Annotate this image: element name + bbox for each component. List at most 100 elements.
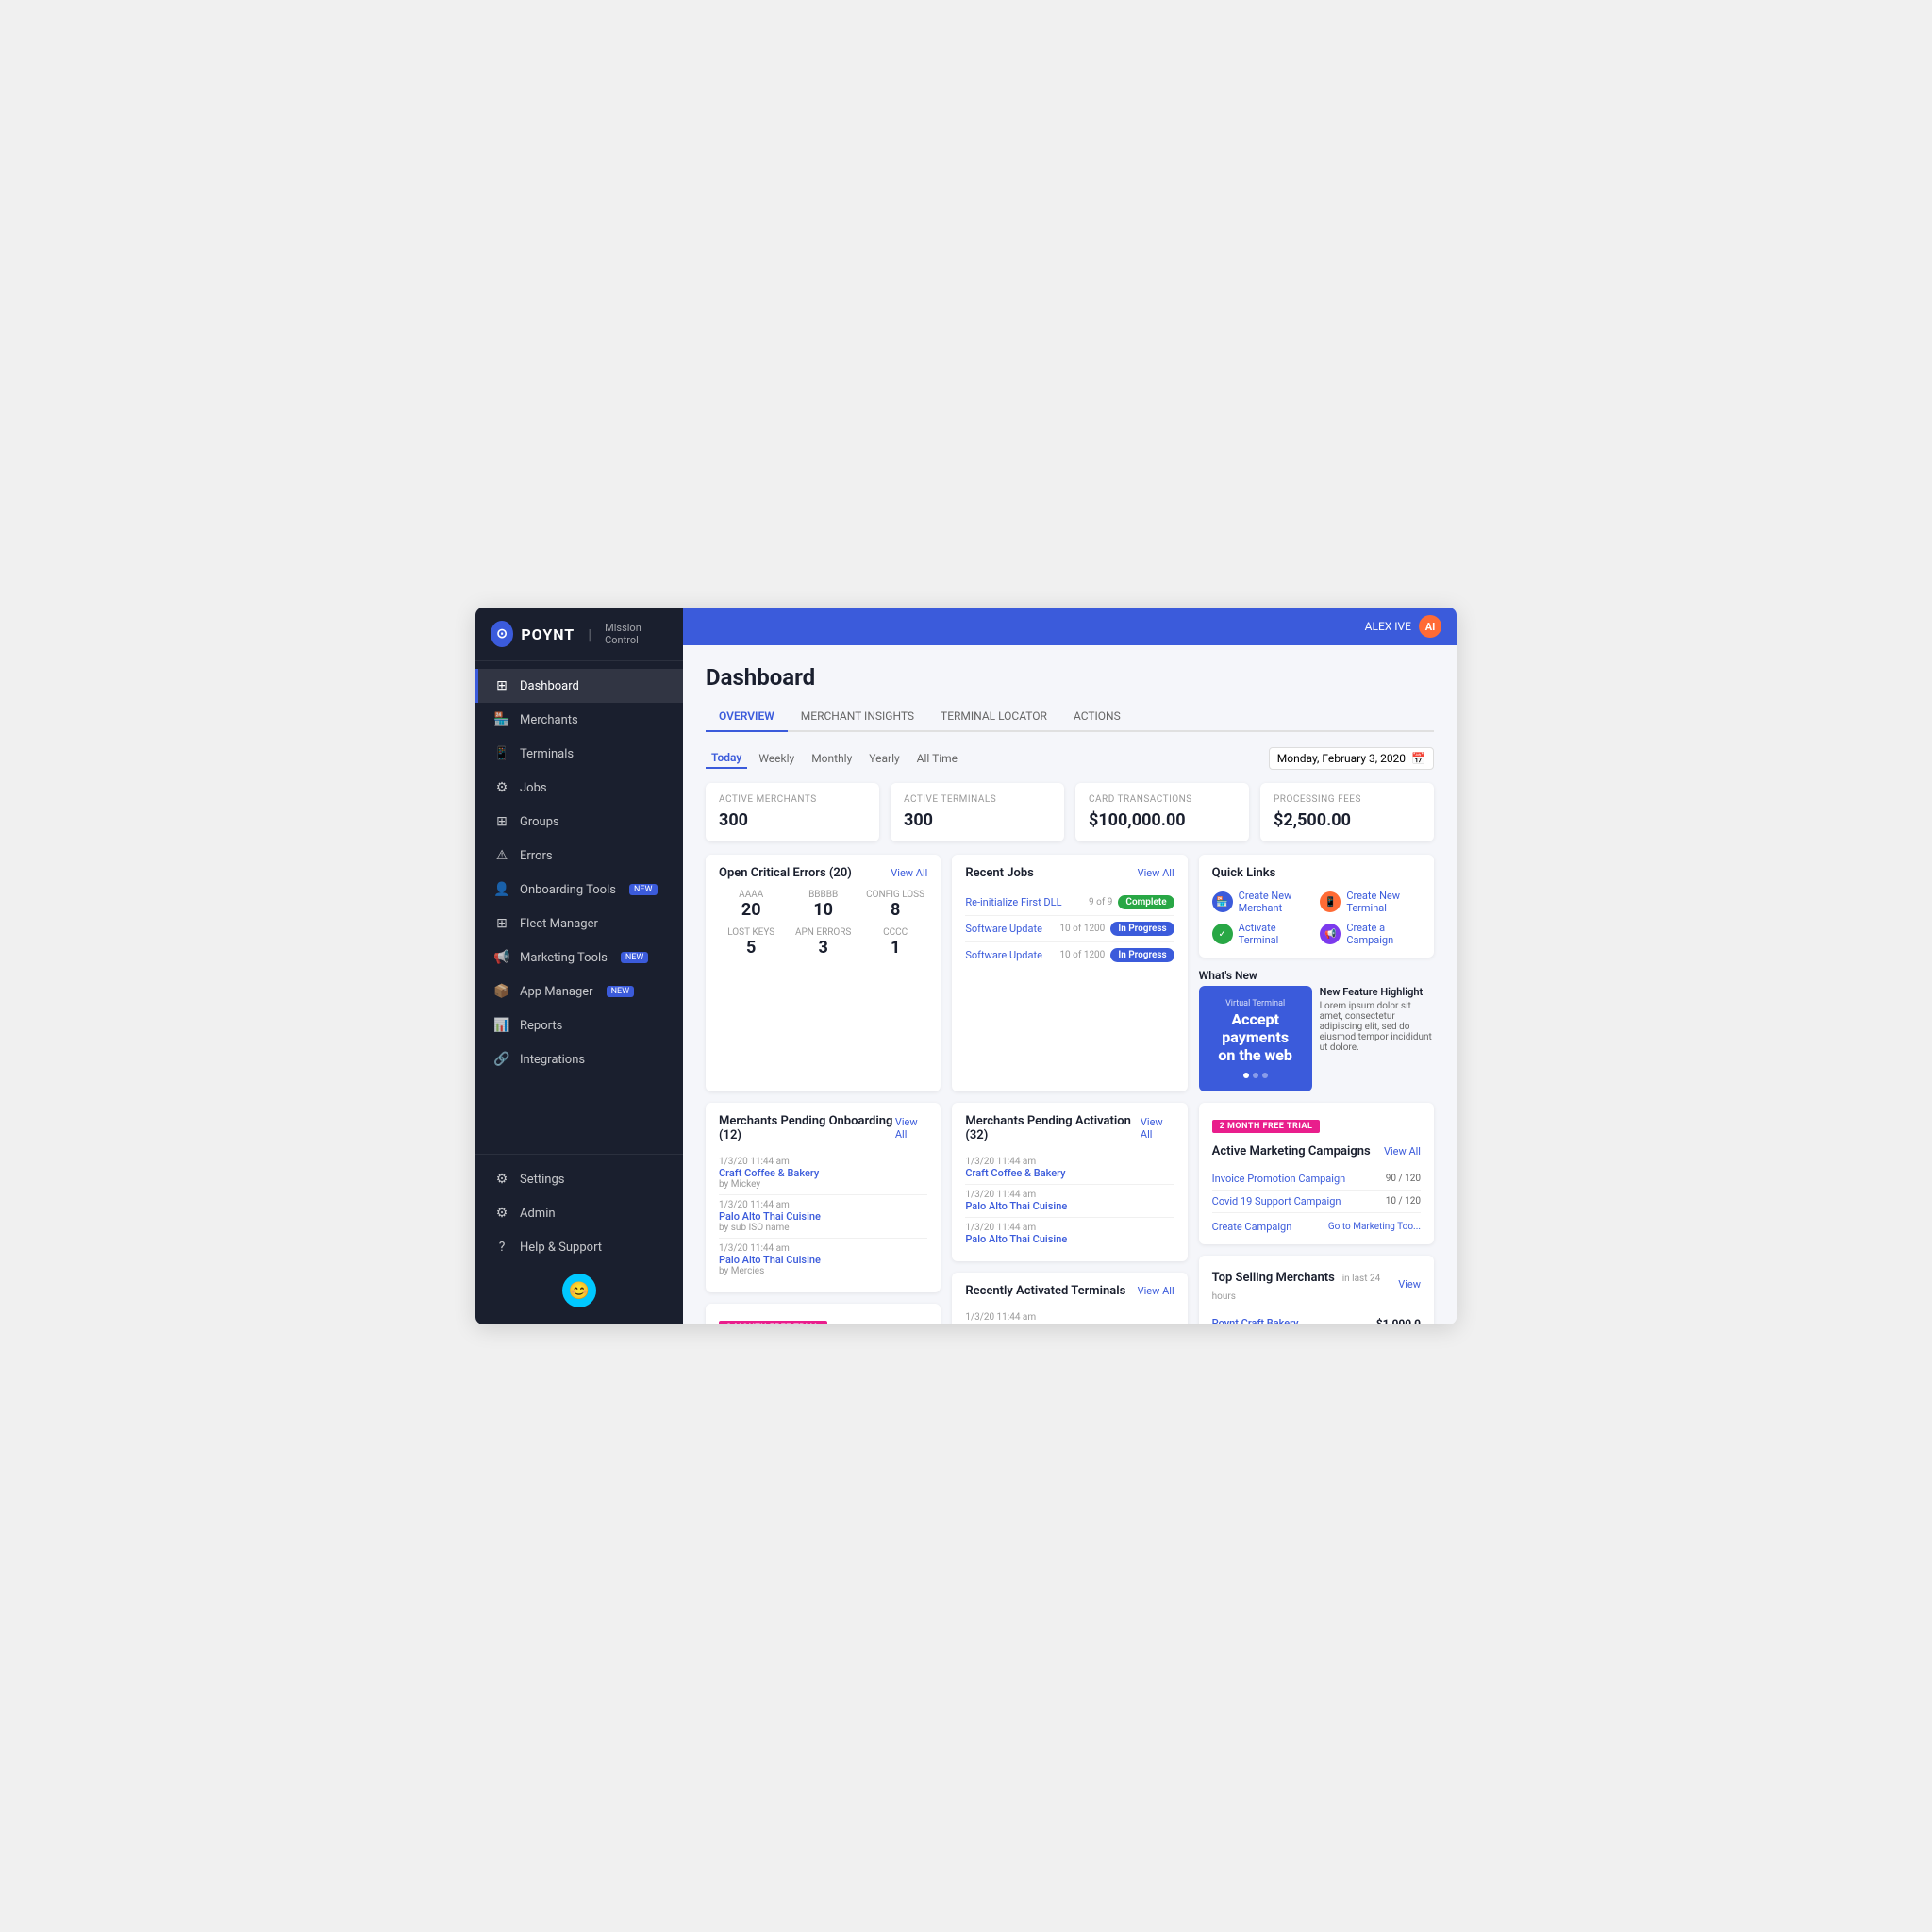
marketing-badge: NEW [621,952,649,963]
sidebar-item-admin[interactable]: ⚙ Admin [475,1196,683,1230]
job-name-1: Software Update [965,923,1042,935]
sidebar-label-admin: Admin [520,1207,556,1221]
campaign-count-0: 90 / 120 [1386,1174,1421,1184]
errors-view-all[interactable]: View All [891,867,927,879]
stat-card-transactions: CARD TRANSACTIONS $100,000.00 [1075,783,1249,841]
activated-terminal-row-0: 1/3/20 11:44 am Poynt Craft Bakery - Cof… [965,1307,1174,1324]
help-icon: ? [493,1239,510,1256]
sidebar-label-fleet: Fleet Manager [520,917,598,931]
sidebar-label-dashboard: Dashboard [520,679,579,693]
sidebar-item-marketing[interactable]: 📢 Marketing Tools NEW [475,941,683,974]
filter-yearly[interactable]: Yearly [863,749,905,768]
pending-activation-card: Merchants Pending Activation (32) View A… [952,1103,1187,1261]
sidebar-item-merchants[interactable]: 🏪 Merchants [475,703,683,737]
sidebar-item-integrations[interactable]: 🔗 Integrations [475,1042,683,1076]
settings-icon: ⚙ [493,1171,510,1188]
quick-link-activate-terminal[interactable]: ✓ Activate Terminal [1212,922,1313,946]
jobs-title: Recent Jobs [965,866,1033,880]
sidebar-item-help[interactable]: ? Help & Support [475,1230,683,1264]
onboarding-date-2: 1/3/20 11:44 am [719,1243,821,1254]
sidebar-item-terminals[interactable]: 📱 Terminals [475,737,683,771]
reports-icon: 📊 [493,1017,510,1034]
sidebar-label-integrations: Integrations [520,1053,585,1067]
quick-link-create-merchant[interactable]: 🏪 Create New Merchant [1212,890,1313,914]
tab-bar: OVERVIEW MERCHANT INSIGHTS TERMINAL LOCA… [706,702,1434,732]
stat-processing-fees: PROCESSING FEES $2,500.00 [1260,783,1434,841]
whats-new-description: New Feature Highlight Lorem ipsum dolor … [1320,986,1434,1053]
pending-act-date-0: 1/3/20 11:44 am [965,1157,1065,1167]
top-merchants-view-all[interactable]: View [1398,1278,1421,1291]
create-campaign-link[interactable]: Create Campaign [1212,1221,1292,1233]
banner-sub: Virtual Terminal [1225,999,1285,1008]
activated-terminal-name-0: Poynt Craft Bakery - Coffee & Special Ba… [965,1323,1174,1324]
fleet-icon: ⊞ [493,915,510,932]
filter-today[interactable]: Today [706,748,747,769]
jobs-icon: ⚙ [493,779,510,796]
stat-active-terminals: ACTIVE TERMINALS 300 [891,783,1064,841]
sidebar-item-jobs[interactable]: ⚙ Jobs [475,771,683,805]
sidebar-label-onboarding: Onboarding Tools [520,883,616,897]
sidebar-item-app-manager[interactable]: 📦 App Manager NEW [475,974,683,1008]
tab-actions[interactable]: ACTIONS [1060,702,1134,732]
tab-terminal-locator[interactable]: TERMINAL LOCATOR [927,702,1060,732]
onboarding-by-2: by Mercies [719,1266,821,1276]
tab-overview[interactable]: OVERVIEW [706,702,788,732]
sidebar-item-errors[interactable]: ⚠ Errors [475,839,683,873]
job-badge-1: In Progress [1110,922,1174,936]
activated-terminals-view-all[interactable]: View All [1138,1285,1174,1297]
error-value-5: 1 [863,938,927,958]
sidebar-item-groups[interactable]: ⊞ Groups [475,805,683,839]
onboarding-name-1: Palo Alto Thai Cuisine [719,1210,821,1223]
filter-weekly[interactable]: Weekly [753,749,800,768]
campaigns-title: Active Marketing Campaigns [1212,1144,1371,1158]
onboarding-row-1: 1/3/20 11:44 am Palo Alto Thai Cuisine b… [719,1195,927,1239]
job-row-2: Software Update 10 of 1200 In Progress [965,942,1174,968]
quick-links-grid: 🏪 Create New Merchant 📱 Create New Termi… [1212,890,1421,946]
quick-link-create-campaign[interactable]: 📢 Create a Campaign [1320,922,1421,946]
onboarding-row-0: 1/3/20 11:44 am Craft Coffee & Bakery by… [719,1152,927,1195]
activate-terminal-icon: ✓ [1212,924,1233,944]
error-label-4: APN ERRORS [791,927,855,938]
sidebar-item-onboarding[interactable]: 👤 Onboarding Tools NEW [475,873,683,907]
groups-icon: ⊞ [493,813,510,830]
activate-terminal-label: Activate Terminal [1239,922,1313,946]
pending-act-row-0: 1/3/20 11:44 am Craft Coffee & Bakery [965,1152,1174,1185]
error-value-1: 10 [791,900,855,920]
onboarding-by-0: by Mickey [719,1179,819,1190]
dashboard-content: Dashboard OVERVIEW MERCHANT INSIGHTS TER… [683,645,1457,1324]
onboarding-by-1: by sub ISO name [719,1223,821,1233]
filter-monthly[interactable]: Monthly [806,749,858,768]
chat-button[interactable]: 😊 [562,1274,596,1307]
pending-act-row-2: 1/3/20 11:44 am Palo Alto Thai Cuisine [965,1218,1174,1250]
error-value-3: 5 [719,938,783,958]
filter-all-time[interactable]: All Time [911,749,963,768]
sidebar-item-settings[interactable]: ⚙ Settings [475,1162,683,1196]
tab-merchant-insights[interactable]: MERCHANT INSIGHTS [788,702,927,732]
jobs-view-all[interactable]: View All [1138,867,1174,879]
sidebar-label-jobs: Jobs [520,781,547,795]
date-picker[interactable]: Monday, February 3, 2020 📅 [1269,747,1434,770]
campaign-row-0: Invoice Promotion Campaign 90 / 120 [1212,1168,1421,1191]
sidebar-item-reports[interactable]: 📊 Reports [475,1008,683,1042]
whats-new-banner: Virtual Terminal Accept payments on the … [1199,986,1312,1091]
go-to-marketing[interactable]: Go to Marketing Too... [1328,1222,1421,1232]
errors-grid: AAAA 20 BBBBB 10 CONFIG LOSS 8 LOST KE [719,890,927,958]
error-label-0: AAAA [719,890,783,900]
error-label-2: CONFIG LOSS [863,890,927,900]
job-progress-0: 9 of 9 [1089,897,1112,908]
onboarding-view-all[interactable]: View All [895,1116,927,1141]
sidebar-label-settings: Settings [520,1173,564,1187]
sidebar-item-fleet[interactable]: ⊞ Fleet Manager [475,907,683,941]
campaigns-view-all[interactable]: View All [1384,1145,1421,1158]
error-label-3: LOST KEYS [719,927,783,938]
quick-link-create-terminal[interactable]: 📱 Create New Terminal [1320,890,1421,914]
subresellers-card: 2 MONTH FREE TRIAL Most Active Sub-Resel… [706,1304,941,1324]
error-item-1: BBBBB 10 [791,890,855,920]
stat-value-2: $100,000.00 [1089,810,1236,830]
merchant-name-0: Poynt Craft Bakery [1212,1317,1299,1324]
error-label-1: BBBBB [791,890,855,900]
sidebar-item-dashboard[interactable]: ⊞ Dashboard [475,669,683,703]
error-label-5: CCCC [863,927,927,938]
pending-act-name-2: Palo Alto Thai Cuisine [965,1233,1067,1245]
pending-activation-view-all[interactable]: View All [1141,1116,1174,1141]
